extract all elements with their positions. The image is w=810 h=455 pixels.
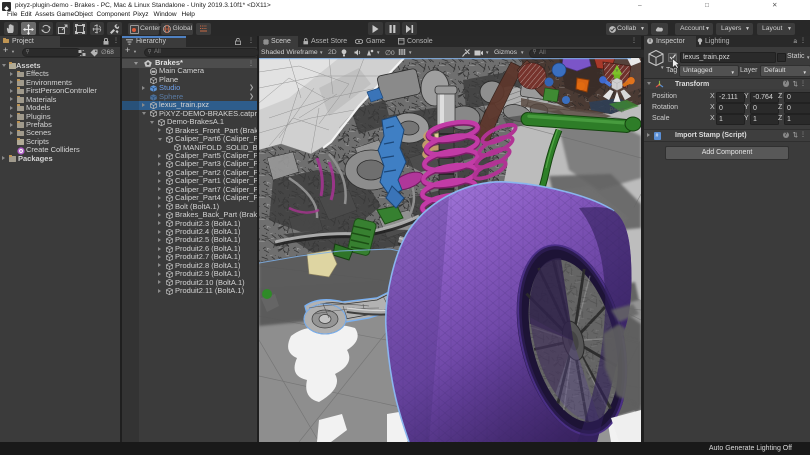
svg-text:Z: Z bbox=[600, 70, 603, 75]
svg-text:Y: Y bbox=[616, 68, 619, 73]
svg-text:Persp: Persp bbox=[610, 108, 625, 114]
svg-text:X: X bbox=[631, 71, 634, 76]
